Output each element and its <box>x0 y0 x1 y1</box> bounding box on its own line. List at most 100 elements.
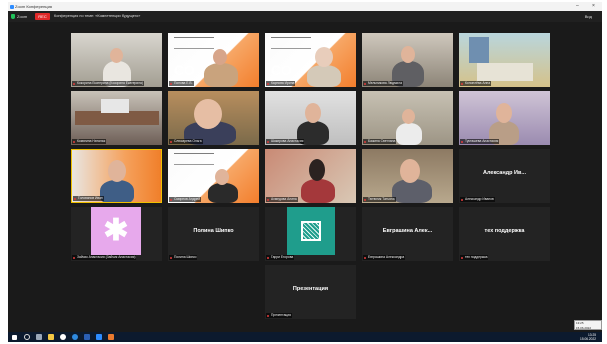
participant-silhouette <box>301 179 335 203</box>
participant-head <box>309 159 325 181</box>
video-tile[interactable]: Тютюник Татьяна <box>362 149 453 203</box>
task-view-icon[interactable] <box>36 334 42 340</box>
participant-head <box>108 160 126 182</box>
explorer-icon[interactable] <box>48 334 54 340</box>
chrome-icon[interactable] <box>60 334 66 340</box>
participant-head <box>215 169 229 185</box>
participant-display-name: Александр Ив... <box>483 170 526 176</box>
participant-head <box>401 46 415 63</box>
participant-name: Шакирова Анастасия <box>266 139 305 144</box>
profile-picture <box>287 207 335 255</box>
tooltip-date: 15.06.2022 <box>576 326 592 330</box>
video-tile[interactable]: СО Попова Е.В. <box>168 33 259 87</box>
windows-taskbar: 13:25 15.06.2022 <box>8 332 602 342</box>
participant-head <box>213 49 227 65</box>
participant-name: Смирнов Андрей <box>169 197 202 202</box>
participant-head <box>496 103 512 123</box>
search-icon[interactable] <box>24 334 30 340</box>
asterisk-icon: ✱ <box>103 214 129 247</box>
video-tile-camera-off[interactable]: Александр Ив... Александр Иванов <box>459 149 550 203</box>
video-tile-camera-off[interactable]: тех поддержка тех поддержка <box>459 207 550 261</box>
window-titlebar: Zoom Конференция – × <box>8 2 602 11</box>
slide-text-lines <box>174 153 214 165</box>
brand-logo-icon: СО <box>271 62 292 78</box>
participant-silhouette <box>204 63 238 87</box>
participant-name: Голованов Иван <box>73 196 104 201</box>
participant-name: Карпова Ирина <box>266 81 296 86</box>
participant-head <box>402 109 415 124</box>
video-tile[interactable]: Тукташева Анастасия <box>459 91 550 145</box>
clock-tooltip: 13:25 15.06.2022 <box>574 320 602 330</box>
brand-logo-icon: СО <box>174 62 195 78</box>
participant-silhouette <box>307 65 341 87</box>
pinned-app-icon[interactable] <box>108 334 114 340</box>
video-tile[interactable]: Ахмедова Алина <box>265 149 356 203</box>
qr-logo-icon <box>301 221 321 241</box>
slide-text-lines <box>271 37 311 49</box>
participant-name: Александр Иванов <box>460 197 495 202</box>
participant-name: Евграшина Александра <box>363 255 406 260</box>
zoom-app-icon <box>10 4 14 9</box>
participant-name: Коноплёва Анна <box>460 81 492 86</box>
video-tile[interactable]: Смирнов Андрей <box>168 149 259 203</box>
app-label: Zoom <box>17 14 28 19</box>
video-tile[interactable]: Коноплёва Анна <box>459 33 550 87</box>
video-tile-active-speaker[interactable]: Голованов Иван <box>71 149 162 203</box>
taskbar-date: 15.06.2022 <box>580 337 596 341</box>
windows-start-icon[interactable] <box>12 334 17 340</box>
participant-name: Слюсарева Ольга <box>169 139 203 144</box>
participant-name: Кокорина Екатерина (Кокорина Екатерина) <box>72 81 144 86</box>
video-tile[interactable]: Гарри Егорова <box>265 207 356 261</box>
participant-display-name: Полина Шипко <box>193 228 234 234</box>
participant-display-name: Презентация <box>292 286 329 292</box>
window-title: Zoom Конференция <box>15 4 52 9</box>
video-tile[interactable]: СО Карпова Ирина <box>265 33 356 87</box>
meeting-toolbar: Zoom REC Конференция по теме: «Компетенц… <box>8 11 602 22</box>
zoom-window: Zoom Конференция – × Zoom REC Конференци… <box>8 2 602 342</box>
view-button[interactable]: Вид <box>556 13 592 20</box>
close-icon[interactable]: × <box>592 2 595 11</box>
slide-text-lines <box>174 37 214 49</box>
participant-name: Комягина Наталья <box>72 139 107 144</box>
profile-picture: ✱ <box>91 207 141 255</box>
participant-name: Тютюник Татьяна <box>363 197 396 202</box>
video-tile[interactable]: Шакирова Анастасия <box>265 91 356 145</box>
participant-name: Мельникова Людмила <box>363 81 403 86</box>
participant-name: Тукташева Анастасия <box>460 139 500 144</box>
security-shield-icon[interactable] <box>11 14 15 19</box>
participant-name: Бажина Светлана <box>363 139 397 144</box>
taskbar-clock[interactable]: 13:25 15.06.2022 <box>580 333 596 341</box>
participant-name: тех поддержка <box>460 255 489 260</box>
participant-silhouette <box>208 183 238 203</box>
participant-head <box>315 47 333 67</box>
video-tile[interactable]: Слюсарева Ольга <box>168 91 259 145</box>
video-tile[interactable]: Мельникова Людмила <box>362 33 453 87</box>
video-tile[interactable]: Комягина Наталья <box>71 91 162 145</box>
participant-name: Ахмедова Алина <box>266 197 298 202</box>
recording-badge: REC <box>35 13 50 20</box>
room-furniture <box>477 63 533 81</box>
meeting-title: Конференция по теме: «Компетенции будуще… <box>54 14 141 18</box>
video-tile[interactable]: Бажина Светлана <box>362 91 453 145</box>
video-tile[interactable]: Кокорина Екатерина (Кокорина Екатерина) <box>71 33 162 87</box>
minimize-icon[interactable]: – <box>576 2 579 11</box>
participant-head <box>194 99 222 129</box>
room-wall-art <box>469 37 489 63</box>
participant-head <box>110 48 123 63</box>
participant-name: Попова Е.В. <box>169 81 194 86</box>
zoom-icon[interactable] <box>96 334 102 340</box>
participant-name: Полина Шипко <box>169 255 198 260</box>
participant-silhouette <box>100 180 134 202</box>
room-whiteboard <box>101 99 129 113</box>
participant-name: Гарри Егорова <box>266 255 295 260</box>
video-tile[interactable]: ✱ Зайчик Анастасия (Зайчик Анастасия) <box>71 207 162 261</box>
video-tile-camera-off[interactable]: Евграшина Алек... Евграшина Александра <box>362 207 453 261</box>
edge-icon[interactable] <box>72 334 78 340</box>
video-tile-camera-off[interactable]: Презентация Презентация <box>265 265 356 319</box>
participant-name: Зайчик Анастасия (Зайчик Анастасия) <box>72 255 137 260</box>
video-tile-camera-off[interactable]: Полина Шипко Полина Шипко <box>168 207 259 261</box>
participant-display-name: тех поддержка <box>484 228 525 234</box>
word-icon[interactable] <box>84 334 90 340</box>
participant-silhouette <box>396 123 422 145</box>
participant-head <box>305 103 321 123</box>
